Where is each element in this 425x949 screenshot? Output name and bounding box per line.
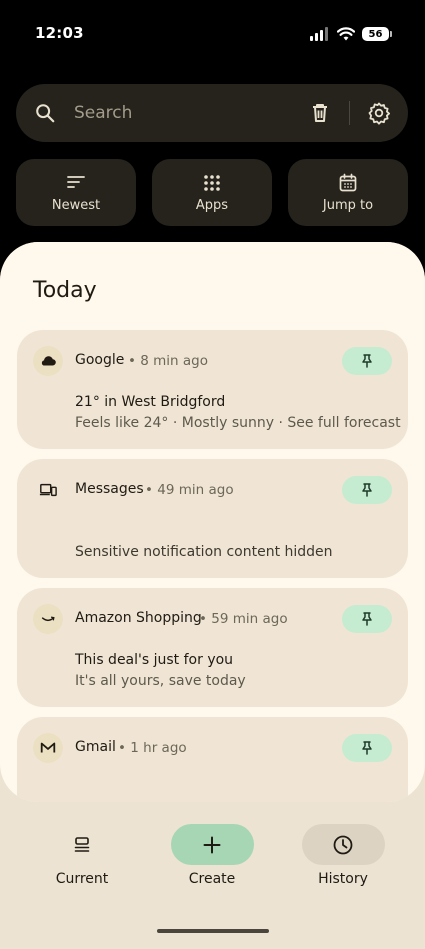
plus-icon: [203, 836, 221, 853]
app-name: Messages: [75, 481, 144, 497]
notification-time: • 59 min ago: [199, 611, 288, 627]
nav-create[interactable]: Create: [170, 824, 254, 887]
nav-current-pill: [41, 824, 124, 865]
pin-icon: [362, 483, 372, 497]
sort-icon: [67, 176, 85, 188]
calendar-icon: [339, 173, 357, 192]
notification-title: 21° in West Bridgford: [75, 394, 226, 410]
app-name: Google: [75, 352, 125, 368]
search-divider: [349, 101, 350, 125]
notification-card-messages[interactable]: Messages • 49 min ago Sensitive notifica…: [17, 459, 408, 578]
notification-card-amazon[interactable]: Amazon Shopping • 59 min ago This deal's…: [17, 588, 408, 707]
app-name: Amazon Shopping: [75, 610, 202, 626]
nav-current[interactable]: Current: [40, 824, 124, 887]
nav-label: History: [318, 871, 368, 887]
gmail-icon: [33, 733, 63, 763]
app-name: Gmail: [75, 739, 116, 755]
home-indicator[interactable]: [157, 929, 269, 933]
pin-icon: [362, 741, 372, 755]
jump-to-chip[interactable]: Jump to: [288, 159, 408, 226]
nav-label: Current: [55, 871, 109, 887]
status-icons: 56: [310, 25, 392, 43]
notification-sheet: Today Google • 8 min ago 21° in West Bri…: [0, 242, 425, 949]
pin-icon: [362, 612, 372, 626]
notification-card-gmail[interactable]: Gmail • 1 hr ago: [17, 717, 408, 802]
pin-icon: [362, 354, 372, 368]
notification-title: This deal's just for you: [75, 652, 234, 668]
trash-icon[interactable]: [308, 101, 332, 125]
notification-text: It's all yours, save today: [75, 673, 246, 689]
search-input[interactable]: [74, 98, 294, 128]
pin-button[interactable]: [342, 605, 392, 633]
chip-label: Newest: [51, 198, 101, 213]
gear-icon[interactable]: [367, 101, 391, 125]
devices-icon: [33, 475, 63, 505]
nav-create-pill: [170, 824, 254, 865]
clock-time: 12:03: [35, 24, 84, 42]
pin-button[interactable]: [342, 347, 392, 375]
notification-text: Feels like 24° · Mostly sunny · See full…: [75, 415, 401, 431]
notification-text: Sensitive notification content hidden: [75, 544, 333, 560]
notification-time: • 8 min ago: [128, 353, 208, 369]
notification-panel[interactable]: Today Google • 8 min ago 21° in West Bri…: [0, 242, 425, 802]
nav-label: Create: [188, 871, 236, 887]
stack-icon: [74, 836, 90, 852]
notification-time: • 49 min ago: [145, 482, 234, 498]
signal-icon: [310, 27, 328, 41]
nav-history-pill: [301, 824, 385, 865]
clock-icon: [333, 835, 353, 854]
apps-grid-icon: [204, 175, 220, 191]
amazon-smile-icon: [33, 604, 63, 634]
cloud-icon: [33, 346, 63, 376]
chip-label: Jump to: [322, 198, 374, 213]
search-icon[interactable]: [34, 102, 56, 124]
wifi-icon: [337, 27, 355, 41]
search-bar: [16, 84, 408, 142]
notification-card-google[interactable]: Google • 8 min ago 21° in West Bridgford…: [17, 330, 408, 449]
newest-chip[interactable]: Newest: [16, 159, 136, 226]
nav-history[interactable]: History: [301, 824, 385, 887]
pin-button[interactable]: [342, 734, 392, 762]
status-bar: 12:03 56: [0, 0, 425, 66]
apps-chip[interactable]: Apps: [152, 159, 272, 226]
section-title: Today: [33, 278, 97, 303]
pin-button[interactable]: [342, 476, 392, 504]
notification-time: • 1 hr ago: [118, 740, 187, 756]
battery-icon: 56: [362, 27, 392, 41]
chip-label: Apps: [195, 198, 229, 213]
